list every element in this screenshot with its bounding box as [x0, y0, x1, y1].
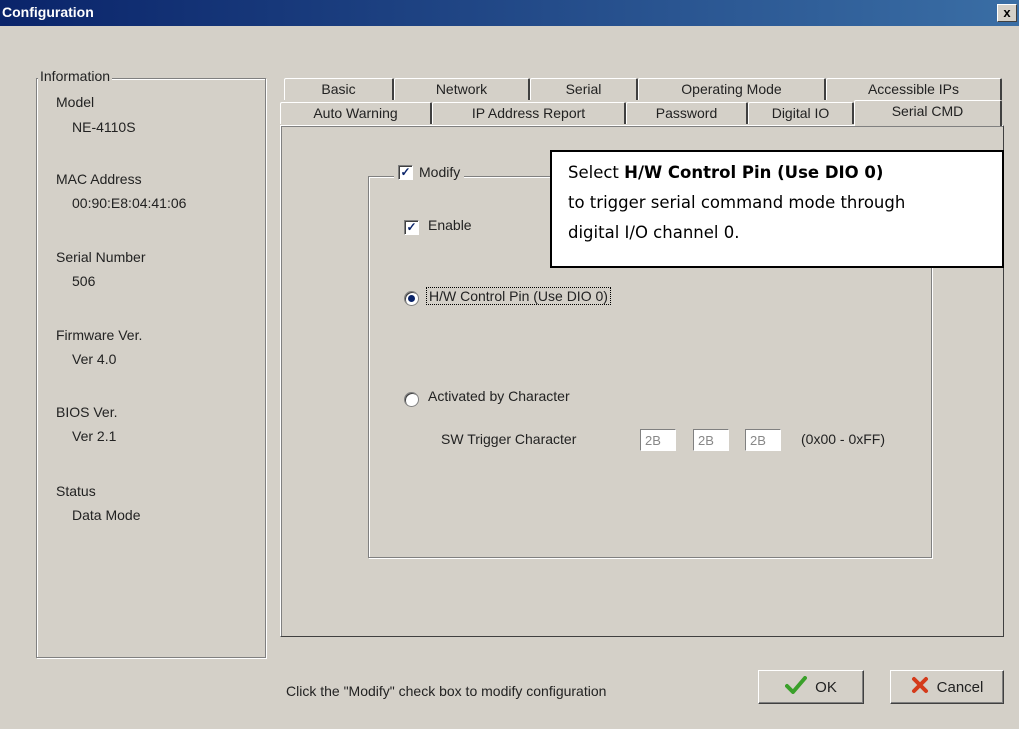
instruction-callout: Select H/W Control Pin (Use DIO 0) to tr…: [550, 150, 1004, 268]
close-button[interactable]: x: [997, 4, 1017, 22]
callout-line-1: Select H/W Control Pin (Use DIO 0): [568, 158, 1002, 188]
sw-trigger-char-3-input[interactable]: 2B: [745, 429, 781, 451]
callout-line-3: digital I/O channel 0.: [568, 223, 740, 242]
mac-address-label: MAC Address: [56, 171, 142, 187]
activated-by-character-radio[interactable]: [404, 392, 419, 407]
tab-basic[interactable]: Basic: [284, 78, 394, 100]
serial-number-value: 506: [72, 273, 96, 289]
tab-auto-warning[interactable]: Auto Warning: [280, 102, 432, 124]
mac-address-value: 00:90:E8:04:41:06: [72, 195, 187, 211]
modify-label: Modify: [419, 164, 461, 180]
model-value: NE-4110S: [72, 119, 136, 135]
ok-label: OK: [815, 678, 837, 696]
tab-accessible-ips[interactable]: Accessible IPs: [826, 78, 1002, 100]
firmware-version-value: Ver 4.0: [72, 351, 117, 367]
status-value: Data Mode: [72, 507, 141, 523]
close-icon: x: [1003, 5, 1011, 20]
tab-ip-address-report[interactable]: IP Address Report: [432, 102, 626, 124]
cancel-button[interactable]: Cancel: [890, 670, 1004, 704]
checkmark-icon: [785, 676, 808, 698]
enable-checkbox[interactable]: ✓: [404, 220, 419, 235]
ok-button[interactable]: OK: [758, 670, 864, 704]
model-label: Model: [56, 94, 95, 110]
x-icon: [911, 676, 929, 698]
modify-checkbox[interactable]: ✓: [398, 164, 413, 180]
tab-serial-cmd[interactable]: Serial CMD: [854, 100, 1002, 126]
callout-prefix: Select: [568, 163, 625, 182]
bios-version-value: Ver 2.1: [72, 428, 117, 444]
sw-trigger-label: SW Trigger Character: [441, 431, 577, 447]
modify-legend: ✓ Modify: [394, 164, 465, 180]
bios-version-label: BIOS Ver.: [56, 404, 118, 420]
footer-hint: Click the "Modify" check box to modify c…: [286, 683, 607, 699]
radio-selected-dot: [408, 295, 415, 302]
cancel-label: Cancel: [936, 678, 984, 696]
information-group: [36, 78, 266, 658]
sw-trigger-char-1-input[interactable]: 2B: [640, 429, 676, 451]
status-label: Status: [56, 483, 96, 499]
callout-bold-option: H/W Control Pin (Use DIO 0): [624, 163, 884, 182]
title-bar: [0, 0, 1019, 26]
firmware-version-label: Firmware Ver.: [56, 327, 143, 343]
callout-line-2: to trigger serial command mode through: [568, 193, 906, 212]
enable-label: Enable: [428, 217, 472, 233]
hex-range-hint: (0x00 - 0xFF): [801, 431, 886, 447]
activated-by-character-label: Activated by Character: [428, 388, 570, 404]
information-legend: Information: [38, 68, 113, 84]
tab-serial[interactable]: Serial: [530, 78, 638, 100]
hw-control-pin-label: H/W Control Pin (Use DIO 0): [426, 287, 611, 305]
tab-network[interactable]: Network: [394, 78, 530, 100]
tab-operating-mode[interactable]: Operating Mode: [638, 78, 826, 100]
tab-password[interactable]: Password: [626, 102, 748, 124]
window-title: Configuration: [2, 4, 94, 20]
serial-number-label: Serial Number: [56, 249, 146, 265]
sw-trigger-char-2-input[interactable]: 2B: [693, 429, 729, 451]
hw-control-pin-radio[interactable]: [404, 291, 419, 306]
tab-digital-io[interactable]: Digital IO: [748, 102, 854, 124]
